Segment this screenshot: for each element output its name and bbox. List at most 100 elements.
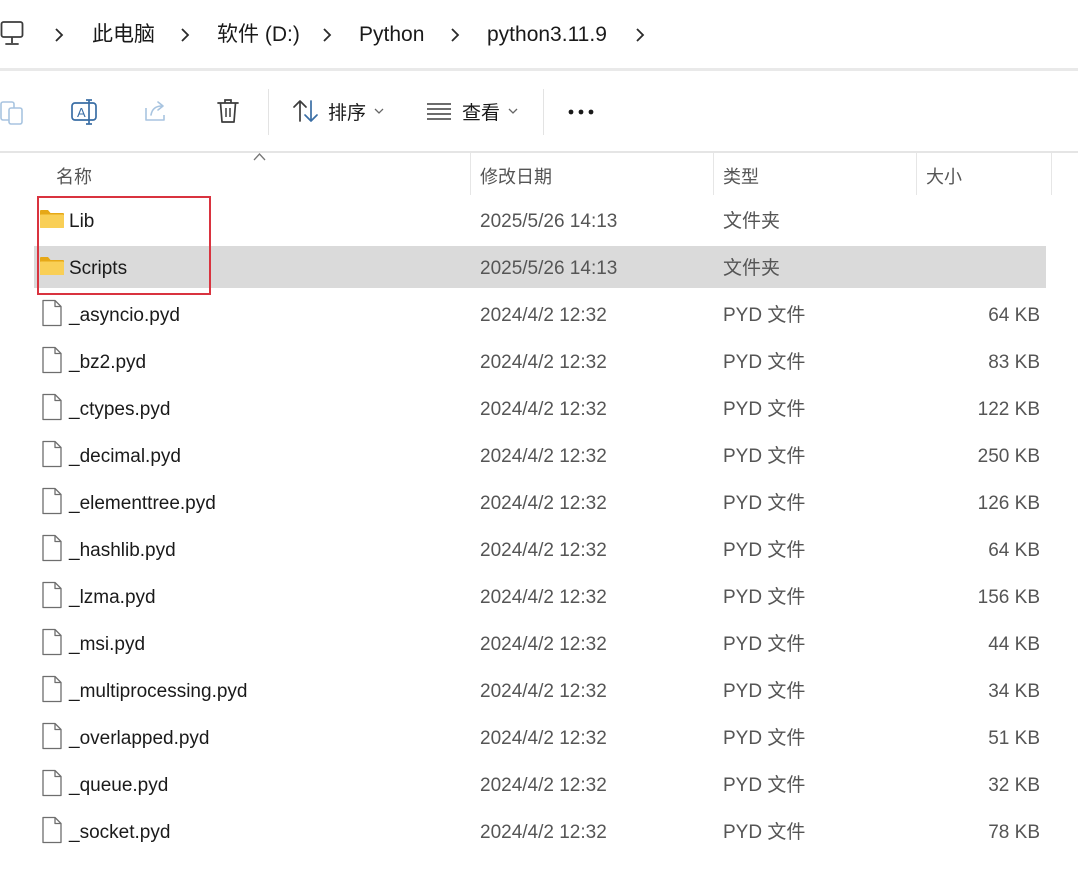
file-row[interactable]: _asyncio.pyd 2024/4/2 12:32 PYD 文件 64 KB bbox=[34, 293, 1046, 335]
file-type: PYD 文件 bbox=[723, 352, 806, 373]
chevron-right-icon[interactable] bbox=[320, 24, 334, 46]
view-button[interactable]: 查看 bbox=[426, 97, 518, 125]
file-type: PYD 文件 bbox=[723, 399, 806, 420]
file-icon bbox=[42, 534, 62, 562]
share-button[interactable] bbox=[143, 98, 169, 124]
column-divider[interactable] bbox=[1051, 153, 1052, 195]
file-modified-date: 2024/4/2 12:32 bbox=[480, 822, 607, 843]
file-row[interactable]: _multiprocessing.pyd 2024/4/2 12:32 PYD 文件… bbox=[34, 669, 1046, 711]
rename-button[interactable]: A bbox=[70, 97, 98, 127]
file-name: _socket.pyd bbox=[69, 822, 171, 843]
file-modified-date: 2024/4/2 12:32 bbox=[480, 728, 607, 749]
file-size: 64 KB bbox=[988, 540, 1040, 561]
file-type: PYD 文件 bbox=[723, 634, 806, 655]
more-icon bbox=[568, 109, 594, 115]
file-name: _queue.pyd bbox=[69, 775, 169, 796]
file-name: _msi.pyd bbox=[69, 634, 146, 655]
file-modified-date: 2024/4/2 12:32 bbox=[480, 305, 607, 326]
file-icon bbox=[42, 628, 62, 656]
column-header-modified[interactable]: 修改日期 bbox=[471, 153, 713, 195]
chevron-down-icon bbox=[508, 108, 518, 114]
toolbar-divider bbox=[268, 89, 269, 135]
file-row[interactable]: _decimal.pyd 2024/4/2 12:32 PYD 文件 250 KB bbox=[34, 434, 1046, 476]
toolbar-divider bbox=[543, 89, 544, 135]
file-name: Scripts bbox=[69, 258, 128, 279]
share-icon bbox=[145, 101, 165, 121]
file-row[interactable]: _overlapped.pyd 2024/4/2 12:32 PYD 文件 51 KB bbox=[34, 716, 1046, 758]
file-row[interactable]: _socket.pyd 2024/4/2 12:32 PYD 文件 78 KB bbox=[34, 810, 1046, 852]
file-name: _lzma.pyd bbox=[69, 587, 156, 608]
chevron-down-icon bbox=[374, 108, 384, 114]
file-name: _asyncio.pyd bbox=[69, 305, 180, 326]
column-header-size[interactable]: 大小 bbox=[917, 153, 1051, 195]
breadcrumb-item-this-pc[interactable]: 此电脑 bbox=[92, 20, 155, 50]
paste-button[interactable] bbox=[0, 98, 26, 126]
file-modified-date: 2024/4/2 12:32 bbox=[480, 634, 607, 655]
file-icon bbox=[42, 299, 62, 327]
file-size: 250 KB bbox=[977, 446, 1040, 467]
breadcrumb-item-python[interactable]: Python bbox=[359, 20, 424, 50]
file-type: PYD 文件 bbox=[723, 305, 806, 326]
file-icon bbox=[42, 440, 62, 468]
address-bar[interactable]: 此电脑 软件 (D:) Python python3.11.9 bbox=[0, 0, 1078, 68]
file-modified-date: 2025/5/26 14:13 bbox=[480, 258, 618, 279]
file-row[interactable]: _msi.pyd 2024/4/2 12:32 PYD 文件 44 KB bbox=[34, 622, 1046, 664]
file-name: _ctypes.pyd bbox=[69, 399, 171, 420]
file-icon bbox=[42, 346, 62, 374]
file-name: _hashlib.pyd bbox=[69, 540, 176, 561]
folder-row[interactable]: Lib 2025/5/26 14:13 文件夹 bbox=[34, 199, 1046, 241]
more-options-button[interactable] bbox=[566, 107, 596, 117]
file-modified-date: 2024/4/2 12:32 bbox=[480, 493, 607, 514]
file-size: 78 KB bbox=[988, 822, 1040, 843]
file-row[interactable]: _ctypes.pyd 2024/4/2 12:32 PYD 文件 122 KB bbox=[34, 387, 1046, 429]
file-type: PYD 文件 bbox=[723, 681, 806, 702]
file-row[interactable]: _elementtree.pyd 2024/4/2 12:32 PYD 文件 126 … bbox=[34, 481, 1046, 523]
file-modified-date: 2024/4/2 12:32 bbox=[480, 399, 607, 420]
file-type: PYD 文件 bbox=[723, 493, 806, 514]
column-header-type[interactable]: 类型 bbox=[714, 153, 916, 195]
sort-icon bbox=[293, 100, 318, 122]
file-row[interactable]: _hashlib.pyd 2024/4/2 12:32 PYD 文件 64 KB bbox=[34, 528, 1046, 570]
file-icon bbox=[42, 816, 62, 844]
file-icon bbox=[42, 393, 62, 421]
file-size: 32 KB bbox=[988, 775, 1040, 796]
file-icon bbox=[42, 581, 62, 609]
file-size: 51 KB bbox=[988, 728, 1040, 749]
file-type: PYD 文件 bbox=[723, 587, 806, 608]
file-type: PYD 文件 bbox=[723, 728, 806, 749]
file-name: _elementtree.pyd bbox=[69, 493, 216, 514]
chevron-right-icon[interactable] bbox=[448, 24, 462, 46]
file-row[interactable]: _lzma.pyd 2024/4/2 12:32 PYD 文件 156 KB bbox=[34, 575, 1046, 617]
file-type: PYD 文件 bbox=[723, 446, 806, 467]
file-name: _multiprocessing.pyd bbox=[69, 681, 248, 702]
file-icon bbox=[42, 769, 62, 797]
svg-text:A: A bbox=[77, 105, 86, 120]
delete-icon bbox=[217, 99, 239, 123]
sort-button[interactable]: 排序 bbox=[292, 97, 384, 125]
file-name: _decimal.pyd bbox=[69, 446, 181, 467]
chevron-right-icon[interactable] bbox=[178, 24, 192, 46]
file-size: 44 KB bbox=[988, 634, 1040, 655]
folder-icon bbox=[40, 257, 64, 275]
file-modified-date: 2025/5/26 14:13 bbox=[480, 211, 618, 232]
file-size: 83 KB bbox=[988, 352, 1040, 373]
column-header-name[interactable]: 名称 bbox=[34, 153, 470, 195]
breadcrumb-item-drive-d[interactable]: 软件 (D:) bbox=[217, 20, 300, 50]
computer-icon[interactable] bbox=[0, 20, 26, 48]
file-size: 122 KB bbox=[977, 399, 1040, 420]
delete-button[interactable] bbox=[216, 97, 240, 125]
file-row[interactable]: _queue.pyd 2024/4/2 12:32 PYD 文件 32 KB bbox=[34, 763, 1046, 805]
breadcrumb-item-python3119[interactable]: python3.11.9 bbox=[487, 20, 607, 50]
file-icon bbox=[42, 722, 62, 750]
chevron-right-icon[interactable] bbox=[52, 24, 66, 46]
file-type: PYD 文件 bbox=[723, 775, 806, 796]
file-modified-date: 2024/4/2 12:32 bbox=[480, 352, 607, 373]
file-size: 64 KB bbox=[988, 305, 1040, 326]
file-type: PYD 文件 bbox=[723, 822, 806, 843]
file-modified-date: 2024/4/2 12:32 bbox=[480, 775, 607, 796]
view-label: 查看 bbox=[462, 102, 501, 124]
file-size: 34 KB bbox=[988, 681, 1040, 702]
chevron-right-icon[interactable] bbox=[633, 24, 647, 46]
folder-row[interactable]: Scripts 2025/5/26 14:13 文件夹 bbox=[34, 246, 1046, 288]
file-row[interactable]: _bz2.pyd 2024/4/2 12:32 PYD 文件 83 KB bbox=[34, 340, 1046, 382]
